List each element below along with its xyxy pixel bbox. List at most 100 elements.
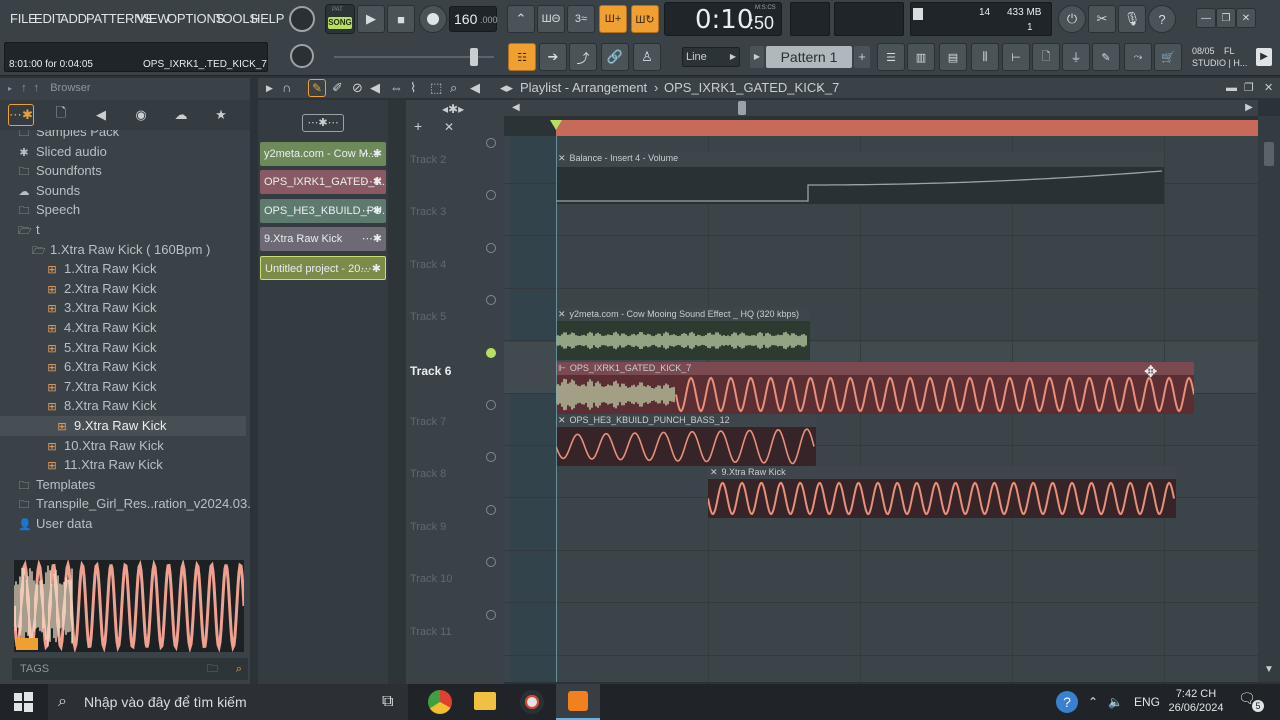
- browser-item[interactable]: 👤 User data: [0, 514, 246, 534]
- track-mute-switch[interactable]: [486, 400, 496, 410]
- task-view-button[interactable]: ⧉: [382, 684, 393, 720]
- track-mute-switch[interactable]: [486, 190, 496, 201]
- chrome-taskbar-icon[interactable]: [428, 690, 452, 714]
- master-volume-knob[interactable]: [289, 6, 315, 32]
- track-mute-switch[interactable]: [486, 138, 496, 148]
- playlist-window-button[interactable]: ☰: [877, 43, 905, 71]
- browser-item[interactable]: ⊞ 1.Xtra Raw Kick: [0, 259, 246, 279]
- slide-tool-button[interactable]: ⤴: [569, 43, 597, 71]
- track-mute-switch[interactable]: [486, 609, 496, 620]
- project-browser-button[interactable]: ⊢: [1002, 43, 1030, 71]
- picker-clip[interactable]: OPS_IXRK1_GATED_K... ⋯✱: [260, 170, 386, 195]
- vertical-scrollbar[interactable]: ▼: [1258, 116, 1280, 682]
- touch-keyboard-button[interactable]: ✎: [1092, 43, 1120, 71]
- track-mute-switch[interactable]: [486, 242, 496, 253]
- tab-project[interactable]: 🗋: [48, 104, 74, 126]
- mute-tool-icon[interactable]: ◀: [370, 78, 380, 98]
- track-name[interactable]: Track 2: [410, 154, 446, 166]
- track-mute-switch[interactable]: [486, 295, 496, 306]
- help-tray-icon[interactable]: ?: [1056, 691, 1078, 713]
- piano-roll-button[interactable]: ▥: [907, 43, 935, 71]
- pat-song-toggle[interactable]: PAT SONG: [325, 4, 355, 34]
- news-next-button[interactable]: ▶: [1256, 48, 1272, 66]
- add-pattern-button[interactable]: +: [854, 46, 870, 68]
- play-button[interactable]: ▶: [357, 5, 385, 33]
- playback-tool-icon[interactable]: ◀: [470, 78, 480, 98]
- draw-tool-icon[interactable]: ✎: [308, 79, 326, 97]
- clip-punch-bass[interactable]: ✕ OPS_HE3_KBUILD_PUNCH_BASS_12: [556, 414, 816, 466]
- zoom-tool-icon[interactable]: ⌕: [450, 78, 457, 98]
- browser-item[interactable]: ⊞ 3.Xtra Raw Kick: [0, 298, 246, 318]
- slip-tool-icon[interactable]: ⇔: [390, 78, 403, 98]
- zoom-handle-icon[interactable]: ◂✱▸: [442, 102, 464, 116]
- browser-item[interactable]: 🗁 t: [0, 220, 246, 240]
- midi-button[interactable]: ⤳: [1124, 43, 1152, 71]
- tags-bar[interactable]: TAGS 🗀 ⌕: [12, 658, 248, 680]
- track-name[interactable]: Track 6: [410, 364, 451, 378]
- volume-icon[interactable]: 🔈: [1108, 684, 1123, 720]
- browser-item[interactable]: ⊞ 9.Xtra Raw Kick: [0, 416, 246, 436]
- browser-item[interactable]: 🗀 Templates: [0, 475, 246, 495]
- taskbar-search-input[interactable]: ⌕ Nhập vào đây để tìm kiếm: [48, 684, 408, 720]
- maximize-icon[interactable]: ❐: [1244, 78, 1254, 98]
- plugin-picker-button[interactable]: ⏚: [1062, 43, 1090, 71]
- link-button[interactable]: 🔗: [601, 43, 629, 71]
- channel-rack-button[interactable]: ▤: [939, 43, 967, 71]
- browser-item[interactable]: ✱ Sliced audio: [0, 142, 246, 162]
- step-edit-button[interactable]: Ш+: [599, 5, 627, 33]
- browser-item[interactable]: ⊞ 2.Xtra Raw Kick: [0, 279, 246, 299]
- picker-clip[interactable]: Untitled project - 20... ⋯✱: [260, 255, 386, 280]
- track-mute-switch[interactable]: [486, 347, 496, 358]
- time-display[interactable]: 0:10 :50 M:S:CS: [664, 2, 782, 36]
- picker-clip[interactable]: y2meta.com - Cow M... ⋯✱: [260, 142, 386, 166]
- picker-clip[interactable]: 9.Xtra Raw Kick ⋯✱: [260, 227, 386, 252]
- browser-item[interactable]: 🗀 Transpile_Girl_Res..ration_v2024.03.03: [0, 494, 251, 514]
- notifications-button[interactable]: 🗨 5: [1238, 690, 1264, 714]
- wait-input-button[interactable]: ШΘ: [537, 5, 565, 33]
- recorder-taskbar-icon[interactable]: [520, 690, 544, 714]
- fl-studio-taskbar-button[interactable]: [556, 684, 600, 720]
- tools-button[interactable]: ✂: [1088, 5, 1116, 33]
- browser-item[interactable]: 🗁 1.Xtra Raw Kick ( 160Bpm ): [0, 240, 246, 260]
- magnet-icon[interactable]: ∩: [282, 78, 291, 98]
- current-pattern-name[interactable]: OPS_IXRK1_GATED_KICK_7: [664, 78, 839, 98]
- picker-clip[interactable]: OPS_HE3_KBUILD_PU... ⋯✱: [260, 198, 386, 223]
- browser-item[interactable]: 🗀 Soundfonts: [0, 161, 246, 181]
- close-icon[interactable]: ✕: [1264, 78, 1273, 98]
- clip-automation[interactable]: ✕ Balance - Insert 4 - Volume: [556, 152, 1164, 204]
- track-name[interactable]: Track 8: [410, 468, 446, 480]
- audio-input-button[interactable]: 🎙: [1118, 5, 1146, 33]
- vertical-scroll-thumb[interactable]: [1264, 142, 1274, 166]
- minimize-icon[interactable]: ▬: [1226, 78, 1237, 98]
- tab-all[interactable]: ⋯✱: [8, 104, 34, 126]
- browser-item[interactable]: ☁ Sounds: [0, 181, 246, 201]
- metronome-button[interactable]: ⌃: [507, 5, 535, 33]
- track-mute-switch[interactable]: [486, 504, 496, 515]
- arrangement-grid[interactable]: ✕ Balance - Insert 4 - Volume ✕ y2meta.com…: [504, 116, 1258, 682]
- menu-file[interactable]: FILE: [10, 11, 37, 26]
- tab-online[interactable]: ◉: [128, 104, 154, 126]
- browser-item[interactable]: ⊞ 11.Xtra Raw Kick: [0, 455, 246, 475]
- master-volume-handle[interactable]: [470, 48, 478, 66]
- browser-item[interactable]: ⊞ 6.Xtra Raw Kick: [0, 357, 246, 377]
- tab-cloud[interactable]: ☁: [168, 104, 194, 126]
- scroll-right-button[interactable]: ▶: [1242, 100, 1256, 116]
- master-pitch-knob[interactable]: [290, 44, 314, 68]
- track-name[interactable]: Track 10: [410, 573, 452, 585]
- pattern-selector[interactable]: Pattern 1: [766, 46, 852, 68]
- loop-record-button[interactable]: Ш↻: [631, 5, 659, 33]
- track-name[interactable]: Track 5: [410, 311, 446, 323]
- arrows-icon[interactable]: ◂▸: [500, 78, 513, 98]
- tray-overflow-icon[interactable]: ⌃: [1088, 684, 1098, 720]
- scroll-thumb[interactable]: [738, 101, 746, 115]
- paint-tool-icon[interactable]: ✐: [332, 78, 343, 98]
- snap-select[interactable]: Line ▶: [682, 47, 740, 67]
- stop-button[interactable]: ■: [387, 5, 415, 33]
- close-button[interactable]: ✕: [1236, 8, 1256, 28]
- mixer-button[interactable]: ⫼: [971, 43, 999, 71]
- browser-item[interactable]: ⊞ 10.Xtra Raw Kick: [0, 436, 246, 456]
- browser-item[interactable]: ⊞ 8.Xtra Raw Kick: [0, 396, 246, 416]
- playlist-button[interactable]: ☷: [508, 43, 536, 71]
- track-name[interactable]: Track 11: [410, 626, 452, 638]
- countdown-button[interactable]: 3≈: [567, 5, 595, 33]
